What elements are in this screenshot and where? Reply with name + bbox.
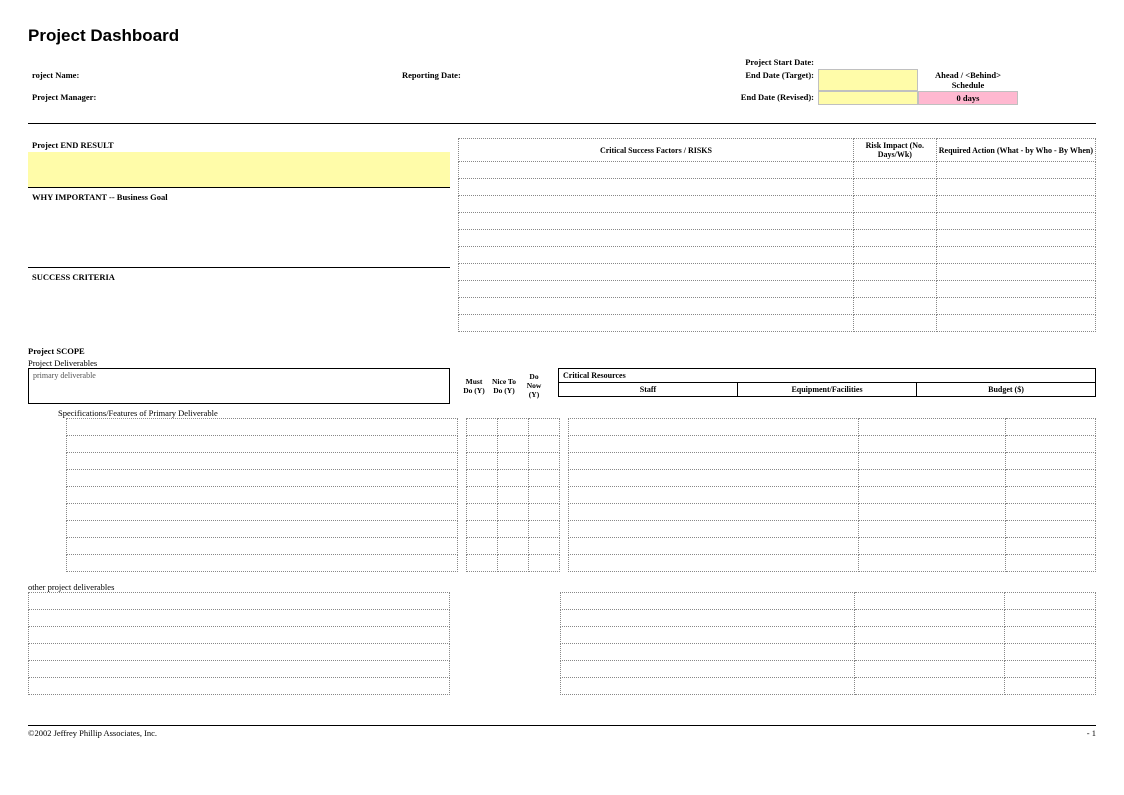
budget-header: Budget ($)	[917, 383, 1096, 397]
table-row[interactable]	[29, 610, 450, 627]
primary-deliverable-box[interactable]: primary deliverable	[28, 368, 450, 404]
table-row[interactable]	[569, 419, 1096, 436]
equipment-header: Equipment/Facilities	[738, 383, 917, 397]
table-row[interactable]	[569, 521, 1096, 538]
main-content-row: Project END RESULT WHY IMPORTANT -- Busi…	[28, 138, 1096, 332]
table-row[interactable]	[569, 487, 1096, 504]
table-row[interactable]	[561, 627, 1096, 644]
left-column: Project END RESULT WHY IMPORTANT -- Busi…	[28, 138, 450, 332]
table-row[interactable]	[459, 281, 1096, 298]
nice-to-do-header: Nice To Do (Y)	[490, 372, 518, 399]
resources-table[interactable]	[568, 418, 1096, 572]
table-row[interactable]	[459, 162, 1096, 179]
risk-impact-header: Risk Impact (No. Days/Wk)	[853, 139, 936, 162]
table-row[interactable]	[467, 555, 560, 572]
end-date-revised-label: End Date (Revised):	[648, 91, 818, 105]
table-row[interactable]	[67, 453, 458, 470]
critical-resources-header: Critical Resources Staff Equipment/Facil…	[558, 368, 1096, 397]
table-row[interactable]	[29, 627, 450, 644]
success-criteria-header: SUCCESS CRITERIA	[28, 268, 450, 284]
scope-label: Project SCOPE	[28, 346, 1096, 356]
table-row[interactable]	[459, 247, 1096, 264]
table-row[interactable]	[29, 678, 450, 695]
table-row[interactable]	[561, 644, 1096, 661]
divider	[28, 123, 1096, 124]
table-row[interactable]	[459, 298, 1096, 315]
table-row[interactable]	[569, 555, 1096, 572]
start-date-label: Project Start Date:	[648, 56, 818, 69]
table-row[interactable]	[561, 593, 1096, 610]
priority-headers: Must Do (Y) Nice To Do (Y) Do Now (Y)	[458, 370, 550, 401]
critical-resources-label: Critical Resources	[559, 369, 1096, 383]
table-row[interactable]	[67, 419, 458, 436]
table-row[interactable]	[67, 436, 458, 453]
table-row[interactable]	[467, 419, 560, 436]
table-row[interactable]	[29, 593, 450, 610]
table-row[interactable]	[467, 470, 560, 487]
table-row[interactable]	[459, 213, 1096, 230]
table-row[interactable]	[459, 315, 1096, 332]
reporting-date-label: Reporting Date:	[398, 69, 648, 91]
schedule-label: Ahead / <Behind> Schedule	[918, 69, 1018, 91]
end-result-box[interactable]	[28, 152, 450, 188]
end-date-target-label: End Date (Target):	[648, 69, 818, 91]
csf-risks-header: Critical Success Factors / RISKS	[459, 139, 854, 162]
required-action-header: Required Action (What - by Who - By When…	[936, 139, 1095, 162]
table-row[interactable]	[569, 538, 1096, 555]
schedule-value: 0 days	[918, 91, 1018, 105]
table-row[interactable]	[561, 661, 1096, 678]
copyright: ©2002 Jeffrey Phillip Associates, Inc.	[28, 728, 157, 738]
table-row[interactable]	[569, 470, 1096, 487]
table-row[interactable]	[29, 644, 450, 661]
project-name-label: roject Name:	[28, 69, 398, 91]
table-row[interactable]	[67, 470, 458, 487]
table-row[interactable]	[561, 678, 1096, 695]
project-manager-label: Project Manager:	[28, 91, 398, 105]
page-number: - 1	[1087, 728, 1096, 738]
table-row[interactable]	[467, 436, 560, 453]
table-row[interactable]	[467, 453, 560, 470]
must-do-header: Must Do (Y)	[460, 372, 488, 399]
footer: ©2002 Jeffrey Phillip Associates, Inc. -…	[28, 725, 1096, 738]
table-row[interactable]	[67, 521, 458, 538]
table-row[interactable]	[561, 610, 1096, 627]
table-row[interactable]	[459, 196, 1096, 213]
table-row[interactable]	[569, 453, 1096, 470]
priority-table[interactable]	[466, 418, 560, 572]
table-row[interactable]	[569, 436, 1096, 453]
page-title: Project Dashboard	[28, 26, 1096, 46]
table-row[interactable]	[467, 538, 560, 555]
header-info: Project Start Date: roject Name: Reporti…	[28, 56, 1096, 105]
end-result-header: Project END RESULT	[28, 138, 450, 152]
table-row[interactable]	[569, 504, 1096, 521]
other-resources-table[interactable]	[560, 592, 1096, 695]
table-row[interactable]	[67, 487, 458, 504]
staff-header: Staff	[559, 383, 738, 397]
table-row[interactable]	[29, 661, 450, 678]
specs-label: Specifications/Features of Primary Deliv…	[28, 408, 1096, 418]
success-criteria-box[interactable]	[28, 284, 450, 332]
risks-table[interactable]: Critical Success Factors / RISKS Risk Im…	[458, 138, 1096, 332]
deliverables-label: Project Deliverables	[28, 358, 1096, 368]
table-row[interactable]	[459, 179, 1096, 196]
table-row[interactable]	[67, 555, 458, 572]
table-row[interactable]	[467, 487, 560, 504]
table-row[interactable]	[467, 521, 560, 538]
specs-table[interactable]	[66, 418, 458, 572]
end-date-revised-value[interactable]	[818, 91, 918, 105]
table-row[interactable]	[67, 538, 458, 555]
table-row[interactable]	[467, 504, 560, 521]
why-important-box[interactable]	[28, 204, 450, 268]
table-row[interactable]	[459, 230, 1096, 247]
do-now-header: Do Now (Y)	[520, 372, 548, 399]
other-deliverables-table[interactable]	[28, 592, 450, 695]
why-important-header: WHY IMPORTANT -- Business Goal	[28, 188, 450, 204]
table-row[interactable]	[459, 264, 1096, 281]
table-row[interactable]	[67, 504, 458, 521]
end-date-target-value[interactable]	[818, 69, 918, 91]
risks-column: Critical Success Factors / RISKS Risk Im…	[458, 138, 1096, 332]
other-deliverables-label: other project deliverables	[28, 582, 1096, 592]
